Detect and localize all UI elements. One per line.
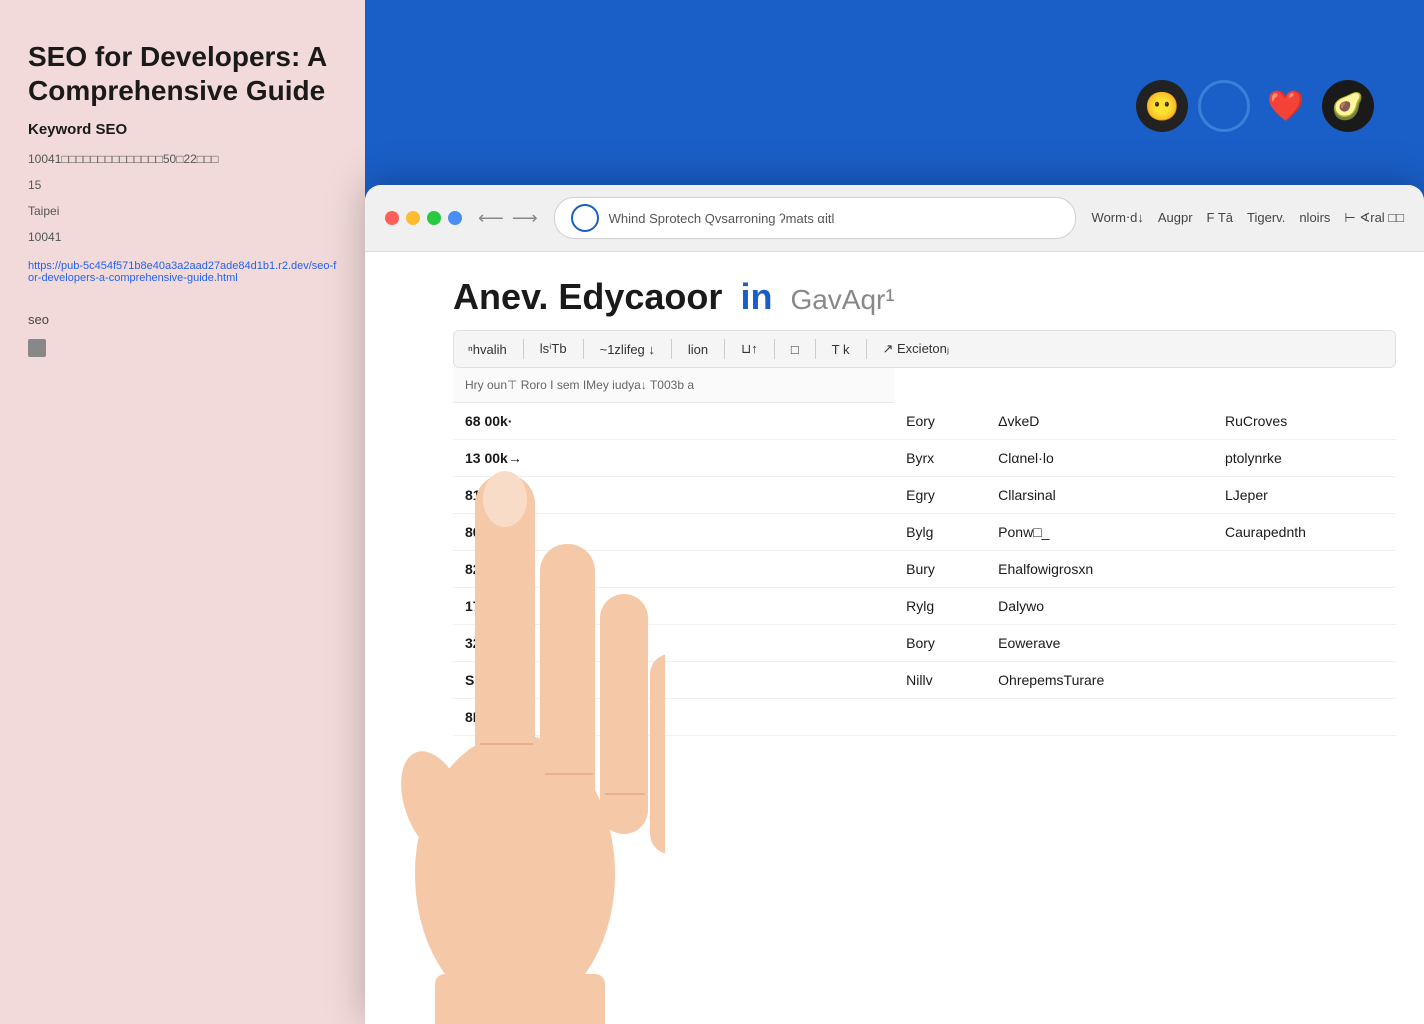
traffic-light-yellow[interactable] bbox=[406, 211, 420, 225]
table-row: 81 00k· Egry Cllarsinal LJeper bbox=[453, 477, 1396, 514]
cell-vol-2: 81 00k· bbox=[453, 477, 894, 514]
cell-c3-7 bbox=[1213, 662, 1396, 699]
cell-c3-5 bbox=[1213, 588, 1396, 625]
cell-c1-7: Nillv bbox=[894, 662, 986, 699]
toolbar-extra-item-5: nloirs bbox=[1299, 210, 1330, 226]
cell-vol-0: 68 00k· bbox=[453, 403, 894, 440]
cell-c3-4 bbox=[1213, 551, 1396, 588]
cell-vol-4: 82 00k· bbox=[453, 551, 894, 588]
cell-vol-7: S0 00k· bbox=[453, 662, 894, 699]
page-title-row: Anev. Edycaoor in GavAqr¹ bbox=[453, 276, 1396, 318]
cell-c1-2: Egry bbox=[894, 477, 986, 514]
data-table: Hry oun⊤ Roro I sem IMey iudya↓ T003b a … bbox=[453, 368, 1396, 736]
table-row: 32 00k· Bory Eowerave bbox=[453, 625, 1396, 662]
inner-toolbar-item-4[interactable]: ⊔↑ bbox=[741, 341, 758, 357]
sidebar-meta-code: 10041 bbox=[28, 228, 337, 246]
cell-vol-1: 13 00k→ bbox=[453, 440, 894, 477]
table-row: 68 00k· Eory ΔvkeD RuCroves bbox=[453, 403, 1396, 440]
forward-icon[interactable]: ⟶ bbox=[512, 208, 538, 229]
cell-c2-8 bbox=[986, 699, 1213, 736]
cell-c1-0: Eory bbox=[894, 403, 986, 440]
content-area: Anev. Edycaoor in GavAqr¹ ⁿhvalih lsⁱTb … bbox=[365, 252, 1424, 1024]
inner-toolbar-item-6[interactable]: T k bbox=[832, 342, 850, 357]
cell-c2-1: Clαnel·lo bbox=[986, 440, 1213, 477]
toolbar-extra-item-6: ⊢ ∢ral □□ bbox=[1344, 210, 1404, 226]
inner-toolbar-item-3[interactable]: lion bbox=[688, 342, 708, 357]
toolbar-extra-item-4: Tigerv. bbox=[1247, 210, 1285, 226]
browser-toolbar-extra: Worm⋅d↓ Augpr F Tā Tigerv. nloirs ⊢ ∢ral… bbox=[1092, 210, 1404, 226]
cell-c1-1: Byrx bbox=[894, 440, 986, 477]
inner-toolbar: ⁿhvalih lsⁱTb ~1zlifeg ↓ lion ⊔↑ □ T k ↗… bbox=[453, 330, 1396, 368]
traffic-light-green[interactable] bbox=[427, 211, 441, 225]
inner-toolbar-item-2[interactable]: ~1zlifeg ↓ bbox=[600, 342, 655, 357]
browser-topbar: ⟵ ⟶ Whind Sprotech Qvsarroning ʔmats αἰt… bbox=[365, 185, 1424, 252]
toolbar-extra-item-2: Augpr bbox=[1158, 210, 1193, 226]
address-circle-icon bbox=[571, 204, 599, 232]
traffic-light-blue[interactable] bbox=[448, 211, 462, 225]
browser-icons: 😶 ❤️ 🥑 bbox=[1136, 80, 1374, 132]
sidebar: SEO for Developers: A Comprehensive Guid… bbox=[0, 0, 365, 1024]
browser-icon-3: ❤️ bbox=[1260, 80, 1312, 132]
cell-c1-6: Bory bbox=[894, 625, 986, 662]
sidebar-icon bbox=[28, 339, 46, 357]
sidebar-subtitle: Keyword SEO bbox=[28, 121, 337, 138]
sidebar-meta-city: Taipei bbox=[28, 202, 337, 220]
seo-content: Anev. Edycaoor in GavAqr¹ ⁿhvalih lsⁱTb … bbox=[425, 252, 1424, 1024]
table-row: 8F 00k· bbox=[453, 699, 1396, 736]
cell-c2-7: OhrepemsTurare bbox=[986, 662, 1213, 699]
title-part2: in bbox=[740, 276, 772, 317]
toolbar-extra-item-3: F Tā bbox=[1207, 210, 1234, 226]
table-row: 17 004· Rylg Dalywo bbox=[453, 588, 1396, 625]
main-area: 😶 ❤️ 🥑 ⟵ ⟶ Whind Sprotech Qvsarroning ʔm… bbox=[365, 0, 1424, 1024]
table-row: 13 00k→ Byrx Clαnel·lo ptolynrke bbox=[453, 440, 1396, 477]
cell-vol-3: 80 00k· bbox=[453, 514, 894, 551]
sidebar-title: SEO for Developers: A Comprehensive Guid… bbox=[28, 40, 337, 107]
title-part1: Anev. Edycaoor bbox=[453, 276, 722, 317]
inner-toolbar-item-5: □ bbox=[791, 342, 799, 357]
table-header-vol: Hry oun⊤ Roro I sem IMey iudya↓ T003b a bbox=[453, 368, 894, 403]
toolbar-extra-item-1: Worm⋅d↓ bbox=[1092, 210, 1144, 226]
page-main-title: Anev. Edycaoor in GavAqr¹ bbox=[453, 276, 895, 317]
inner-toolbar-item-1[interactable]: lsⁱTb bbox=[540, 341, 567, 357]
browser-icon-2 bbox=[1198, 80, 1250, 132]
sidebar-meta-line1: 10041□□□□□□□□□□□□□□50□22□□□ bbox=[28, 150, 337, 168]
cell-c2-4: Ehalfowigrosxn bbox=[986, 551, 1213, 588]
address-bar[interactable]: Whind Sprotech Qvsarroning ʔmats αἰtl bbox=[554, 197, 1076, 239]
browser-icon-1: 😶 bbox=[1136, 80, 1188, 132]
cell-c3-6 bbox=[1213, 625, 1396, 662]
title-part3: GavAqr¹ bbox=[790, 284, 894, 315]
cell-c1-4: Bury bbox=[894, 551, 986, 588]
nav-buttons: ⟵ ⟶ bbox=[478, 208, 538, 229]
cell-c2-3: Ponw□_ bbox=[986, 514, 1213, 551]
inner-toolbar-item-0[interactable]: ⁿhvalih bbox=[468, 342, 507, 357]
cell-c2-5: Dalywo bbox=[986, 588, 1213, 625]
back-icon[interactable]: ⟵ bbox=[478, 208, 504, 229]
inner-toolbar-item-7[interactable]: ↗ Excietonⱼ bbox=[883, 341, 950, 357]
traffic-light-red[interactable] bbox=[385, 211, 399, 225]
cell-c2-6: Eowerave bbox=[986, 625, 1213, 662]
cell-c2-2: Cllarsinal bbox=[986, 477, 1213, 514]
cell-c1-8 bbox=[894, 699, 986, 736]
cell-c3-3: Caurapednth bbox=[1213, 514, 1396, 551]
cell-vol-8: 8F 00k· bbox=[453, 699, 894, 736]
sidebar-url[interactable]: https://pub-5c454f571b8e40a3a2aad27ade84… bbox=[28, 260, 337, 284]
sidebar-meta-num: 15 bbox=[28, 176, 337, 194]
table-row: 80 00k· Bylg Ponw□_ Caurapednth bbox=[453, 514, 1396, 551]
browser-icon-4: 🥑 bbox=[1322, 80, 1374, 132]
cell-c3-0: RuCroves bbox=[1213, 403, 1396, 440]
cell-c1-3: Bylg bbox=[894, 514, 986, 551]
table-row: S0 00k· Nillv OhrepemsTurare bbox=[453, 662, 1396, 699]
cell-c2-0: ΔvkeD bbox=[986, 403, 1213, 440]
cell-c1-5: Rylg bbox=[894, 588, 986, 625]
address-text: Whind Sprotech Qvsarroning ʔmats αἰtl bbox=[609, 211, 1059, 226]
browser-window: ⟵ ⟶ Whind Sprotech Qvsarroning ʔmats αἰt… bbox=[365, 185, 1424, 1024]
traffic-lights bbox=[385, 211, 462, 225]
cell-c3-8 bbox=[1213, 699, 1396, 736]
cell-vol-6: 32 00k· bbox=[453, 625, 894, 662]
cell-c3-1: ptolynrke bbox=[1213, 440, 1396, 477]
cell-vol-5: 17 004· bbox=[453, 588, 894, 625]
sidebar-tag: seo bbox=[28, 312, 337, 327]
table-row: 82 00k· Bury Ehalfowigrosxn bbox=[453, 551, 1396, 588]
cell-c3-2: LJeper bbox=[1213, 477, 1396, 514]
